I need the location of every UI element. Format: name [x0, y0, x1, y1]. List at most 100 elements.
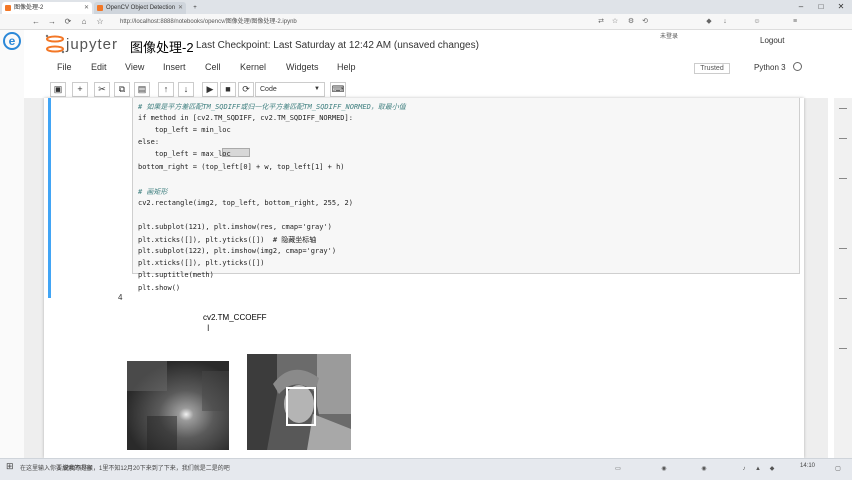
menu-file[interactable]: File [57, 62, 72, 72]
jupyter-logo-text: jupyter [66, 36, 119, 53]
menu-help[interactable]: Help [337, 62, 356, 72]
jupyter-favicon-icon [97, 5, 103, 11]
clock: 14:10 [800, 463, 816, 469]
start-icon[interactable]: ⊞ [6, 461, 14, 472]
cut-icon[interactable]: ✂ [94, 82, 110, 97]
move-up-icon[interactable]: ↑ [158, 82, 174, 97]
checkpoint-status: Last Checkpoint: Last Saturday at 12:42 … [196, 40, 479, 51]
code-line: bottom_right = (top_left[0] + w, top_lef… [138, 162, 345, 171]
code-line: # 画矩形 [138, 187, 168, 196]
code-line: plt.xticks([]), plt.yticks([]) # 隐藏坐标轴 [138, 236, 317, 245]
scroll-mark [839, 138, 847, 139]
user-icon[interactable]: ☺ [752, 17, 762, 27]
code-line: plt.subplot(122), plt.imshow(img2, cmap=… [138, 247, 337, 256]
code-line: plt.suptitle(meth) [138, 271, 214, 280]
restart-icon[interactable]: ⟳ [238, 82, 254, 97]
menu-icon[interactable]: ≡ [790, 17, 800, 27]
forward-icon[interactable]: → [46, 16, 58, 28]
cell-type-select[interactable]: Code ▼ [255, 82, 325, 97]
kernel-name: Python 3 [754, 63, 786, 72]
scroll-mark [839, 178, 847, 179]
tray-app-icon[interactable]: ◆ [768, 465, 776, 473]
result-heatmap-image [127, 361, 229, 450]
stop-icon[interactable]: ■ [220, 82, 236, 97]
menu-widgets[interactable]: Widgets [286, 62, 319, 72]
tab-opencv[interactable]: OpenCV Object Detection ✕ [94, 2, 186, 14]
output-prompt: 4 [118, 293, 123, 302]
close-tab-icon[interactable]: ✕ [84, 2, 89, 14]
close-window-icon[interactable]: ✕ [832, 0, 850, 14]
tab-label: 图像处理-2 [14, 5, 44, 11]
move-down-icon[interactable]: ↓ [178, 82, 194, 97]
extension-icon[interactable]: ◆ [704, 17, 714, 27]
scrollbar[interactable] [834, 98, 852, 458]
tab-notebook[interactable]: 图像处理-2 ✕ [2, 2, 92, 14]
network-icon[interactable]: ▲ [754, 465, 762, 473]
menu-insert[interactable]: Insert [163, 62, 186, 72]
minimize-icon[interactable]: – [792, 0, 810, 14]
keyboard-icon[interactable]: ⌨ [330, 82, 346, 97]
chevron-down-icon: ▼ [314, 86, 320, 92]
run-icon[interactable]: ▶ [202, 82, 218, 97]
tray-app-icon[interactable]: ◉ [660, 465, 668, 473]
taskbar: ⊞ 在这里输入你要搜索的内容 1.说我不是很，1里不知12月20下来到了下来，我… [0, 458, 852, 480]
trusted-indicator[interactable]: Trusted [694, 63, 730, 74]
output-text: cv2.TM_CCOEFF [203, 313, 267, 322]
back-icon[interactable]: ← [30, 16, 42, 28]
translate-icon[interactable]: ⇄ [596, 17, 606, 27]
url-field[interactable]: http://localhost:8888/notebooks/opencv/图… [110, 16, 580, 28]
copy-icon[interactable]: ⧉ [114, 82, 130, 97]
notification-center-icon[interactable]: ▢ [834, 465, 842, 473]
code-line: plt.show() [138, 283, 181, 292]
star-icon[interactable]: ☆ [94, 16, 106, 28]
notebook-title[interactable]: 图像处理-2 [130, 37, 194, 56]
code-line: cv2.rectangle(img2, top_left, bottom_rig… [138, 198, 353, 207]
history-icon[interactable]: ⟲ [640, 17, 650, 27]
code-line: plt.xticks([]), plt.yticks([]) [138, 259, 265, 268]
settings-icon[interactable]: ⚙ [626, 17, 636, 27]
browser-logo-icon[interactable]: e [3, 32, 21, 50]
maximize-icon[interactable]: □ [812, 0, 830, 14]
address-bar: ← → ⟳ ⌂ ☆ http://localhost:8888/notebook… [0, 14, 852, 40]
speaker-icon[interactable]: ♪ [740, 465, 748, 473]
code-line: if method in [cv2.TM_SQDIFF, cv2.TM_SQDI… [138, 114, 353, 123]
cell-type-value: Code [260, 86, 277, 93]
browser-tab-bar: 图像处理-2 ✕ OpenCV Object Detection ✕ + – □… [0, 0, 852, 14]
home-icon[interactable]: ⌂ [78, 16, 90, 28]
scroll-mark [839, 298, 847, 299]
bookmark-icon[interactable]: ☆ [610, 17, 620, 27]
add-cell-icon[interactable]: + [72, 82, 88, 97]
new-tab-button[interactable]: + [188, 2, 202, 14]
code-line: else: [138, 138, 160, 147]
save-icon[interactable]: ▣ [50, 82, 66, 97]
selected-cell-indicator [48, 98, 51, 298]
close-tab-icon[interactable]: ✕ [178, 2, 183, 14]
text-cursor-icon: I [207, 323, 210, 333]
notification-text: 1.说我不是很，1里不知12月20下来到了下来，我们就是二是的吧 [58, 466, 230, 472]
jupyter-logo[interactable]: jupyter [44, 34, 124, 54]
scroll-mark [839, 108, 847, 109]
profile-label[interactable]: 未登录 [660, 31, 678, 40]
scroll-mark [839, 348, 847, 349]
notebook-toolbar: ▣ + ✂ ⧉ ▤ ↑ ↓ ▶ ■ ⟳ ⌨ [44, 82, 824, 98]
detected-face-image [247, 354, 351, 450]
paste-icon[interactable]: ▤ [134, 82, 150, 97]
code-line: top_left = min_loc [138, 126, 231, 135]
kernel-status-icon [793, 62, 802, 71]
menu-cell[interactable]: Cell [205, 62, 221, 72]
menu-view[interactable]: View [125, 62, 144, 72]
task-view-icon[interactable]: ▭ [614, 465, 622, 473]
code-line: plt.subplot(121), plt.imshow(res, cmap='… [138, 223, 332, 231]
tab-label: OpenCV Object Detection [106, 5, 176, 11]
reload-icon[interactable]: ⟳ [62, 16, 74, 28]
menu-edit[interactable]: Edit [91, 62, 107, 72]
download-icon[interactable]: ↓ [720, 17, 730, 27]
code-line: top_left = max_loc [138, 150, 231, 159]
tray-app-icon[interactable]: ◉ [700, 465, 708, 473]
jupyter-logo-icon [45, 34, 65, 54]
scroll-mark [839, 248, 847, 249]
code-line: # 如果是平方差匹配TM_SQDIFF或归一化平方差匹配TM_SQDIFF_NO… [138, 103, 406, 111]
left-sidebar: e [0, 30, 24, 458]
menu-kernel[interactable]: Kernel [240, 62, 266, 72]
logout-button[interactable]: Logout [760, 36, 784, 45]
